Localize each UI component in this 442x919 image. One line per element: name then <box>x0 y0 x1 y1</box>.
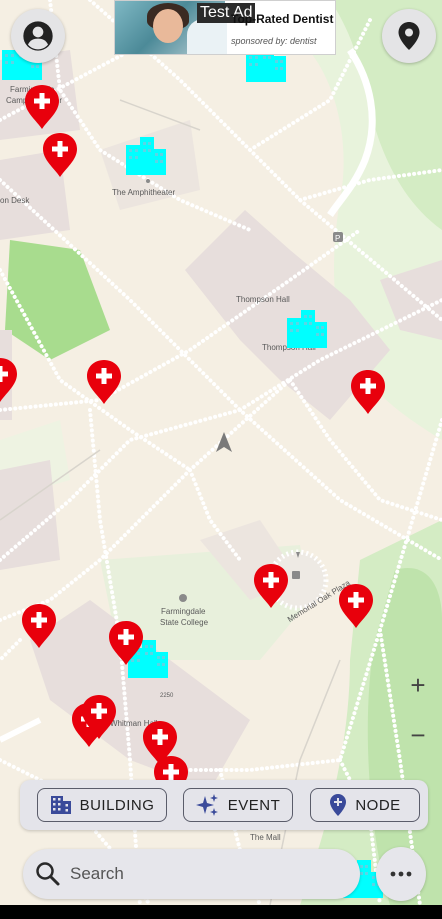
more-horizontal-icon <box>390 871 412 877</box>
filter-bar: BUILDING EVENT NODE <box>20 780 428 830</box>
thompson-hall-label: Thompson Hall <box>236 295 290 304</box>
sparkle-icon <box>195 794 218 816</box>
building-number-label: 2250 <box>160 693 174 699</box>
college-label: Farmingdale <box>161 607 206 616</box>
filter-node-chip[interactable]: NODE <box>310 788 420 822</box>
ad-banner[interactable]: Test Ad Top-Rated Dentist sponsored by: … <box>114 0 336 55</box>
college-poi-icon <box>179 594 187 602</box>
more-options-button[interactable] <box>376 847 426 901</box>
location-pin-icon <box>330 794 347 816</box>
filter-building-label: BUILDING <box>79 796 155 814</box>
zoom-out-button[interactable]: − <box>406 720 430 750</box>
map-screen: Farmingdale Campus Center The Amphitheat… <box>0 0 442 905</box>
building-icon <box>50 796 71 814</box>
account-circle-icon <box>23 21 53 51</box>
filter-event-label: EVENT <box>227 796 281 814</box>
search-bar[interactable]: Search <box>23 849 360 899</box>
parking-label: P <box>335 234 340 243</box>
desk-label: on Desk <box>0 196 30 205</box>
search-icon <box>36 862 60 886</box>
location-pin-icon <box>398 22 420 50</box>
ad-sponsor: sponsored by: dentist <box>231 36 317 46</box>
zoom-in-button[interactable]: + <box>406 670 430 700</box>
filter-event-chip[interactable]: EVENT <box>183 788 293 822</box>
campus-map[interactable]: Farmingdale Campus Center The Amphitheat… <box>0 0 442 905</box>
my-location-button[interactable] <box>382 9 436 63</box>
ad-title: Top-Rated Dentist <box>231 12 334 26</box>
filter-building-chip[interactable]: BUILDING <box>37 788 167 822</box>
search-input[interactable]: Search <box>70 864 124 884</box>
profile-button[interactable] <box>11 9 65 63</box>
amphitheater-label: The Amphitheater <box>112 188 175 197</box>
college-label-2: State College <box>160 618 209 627</box>
the-mall-label: The Mall <box>250 833 281 842</box>
filter-node-label: NODE <box>355 796 401 814</box>
